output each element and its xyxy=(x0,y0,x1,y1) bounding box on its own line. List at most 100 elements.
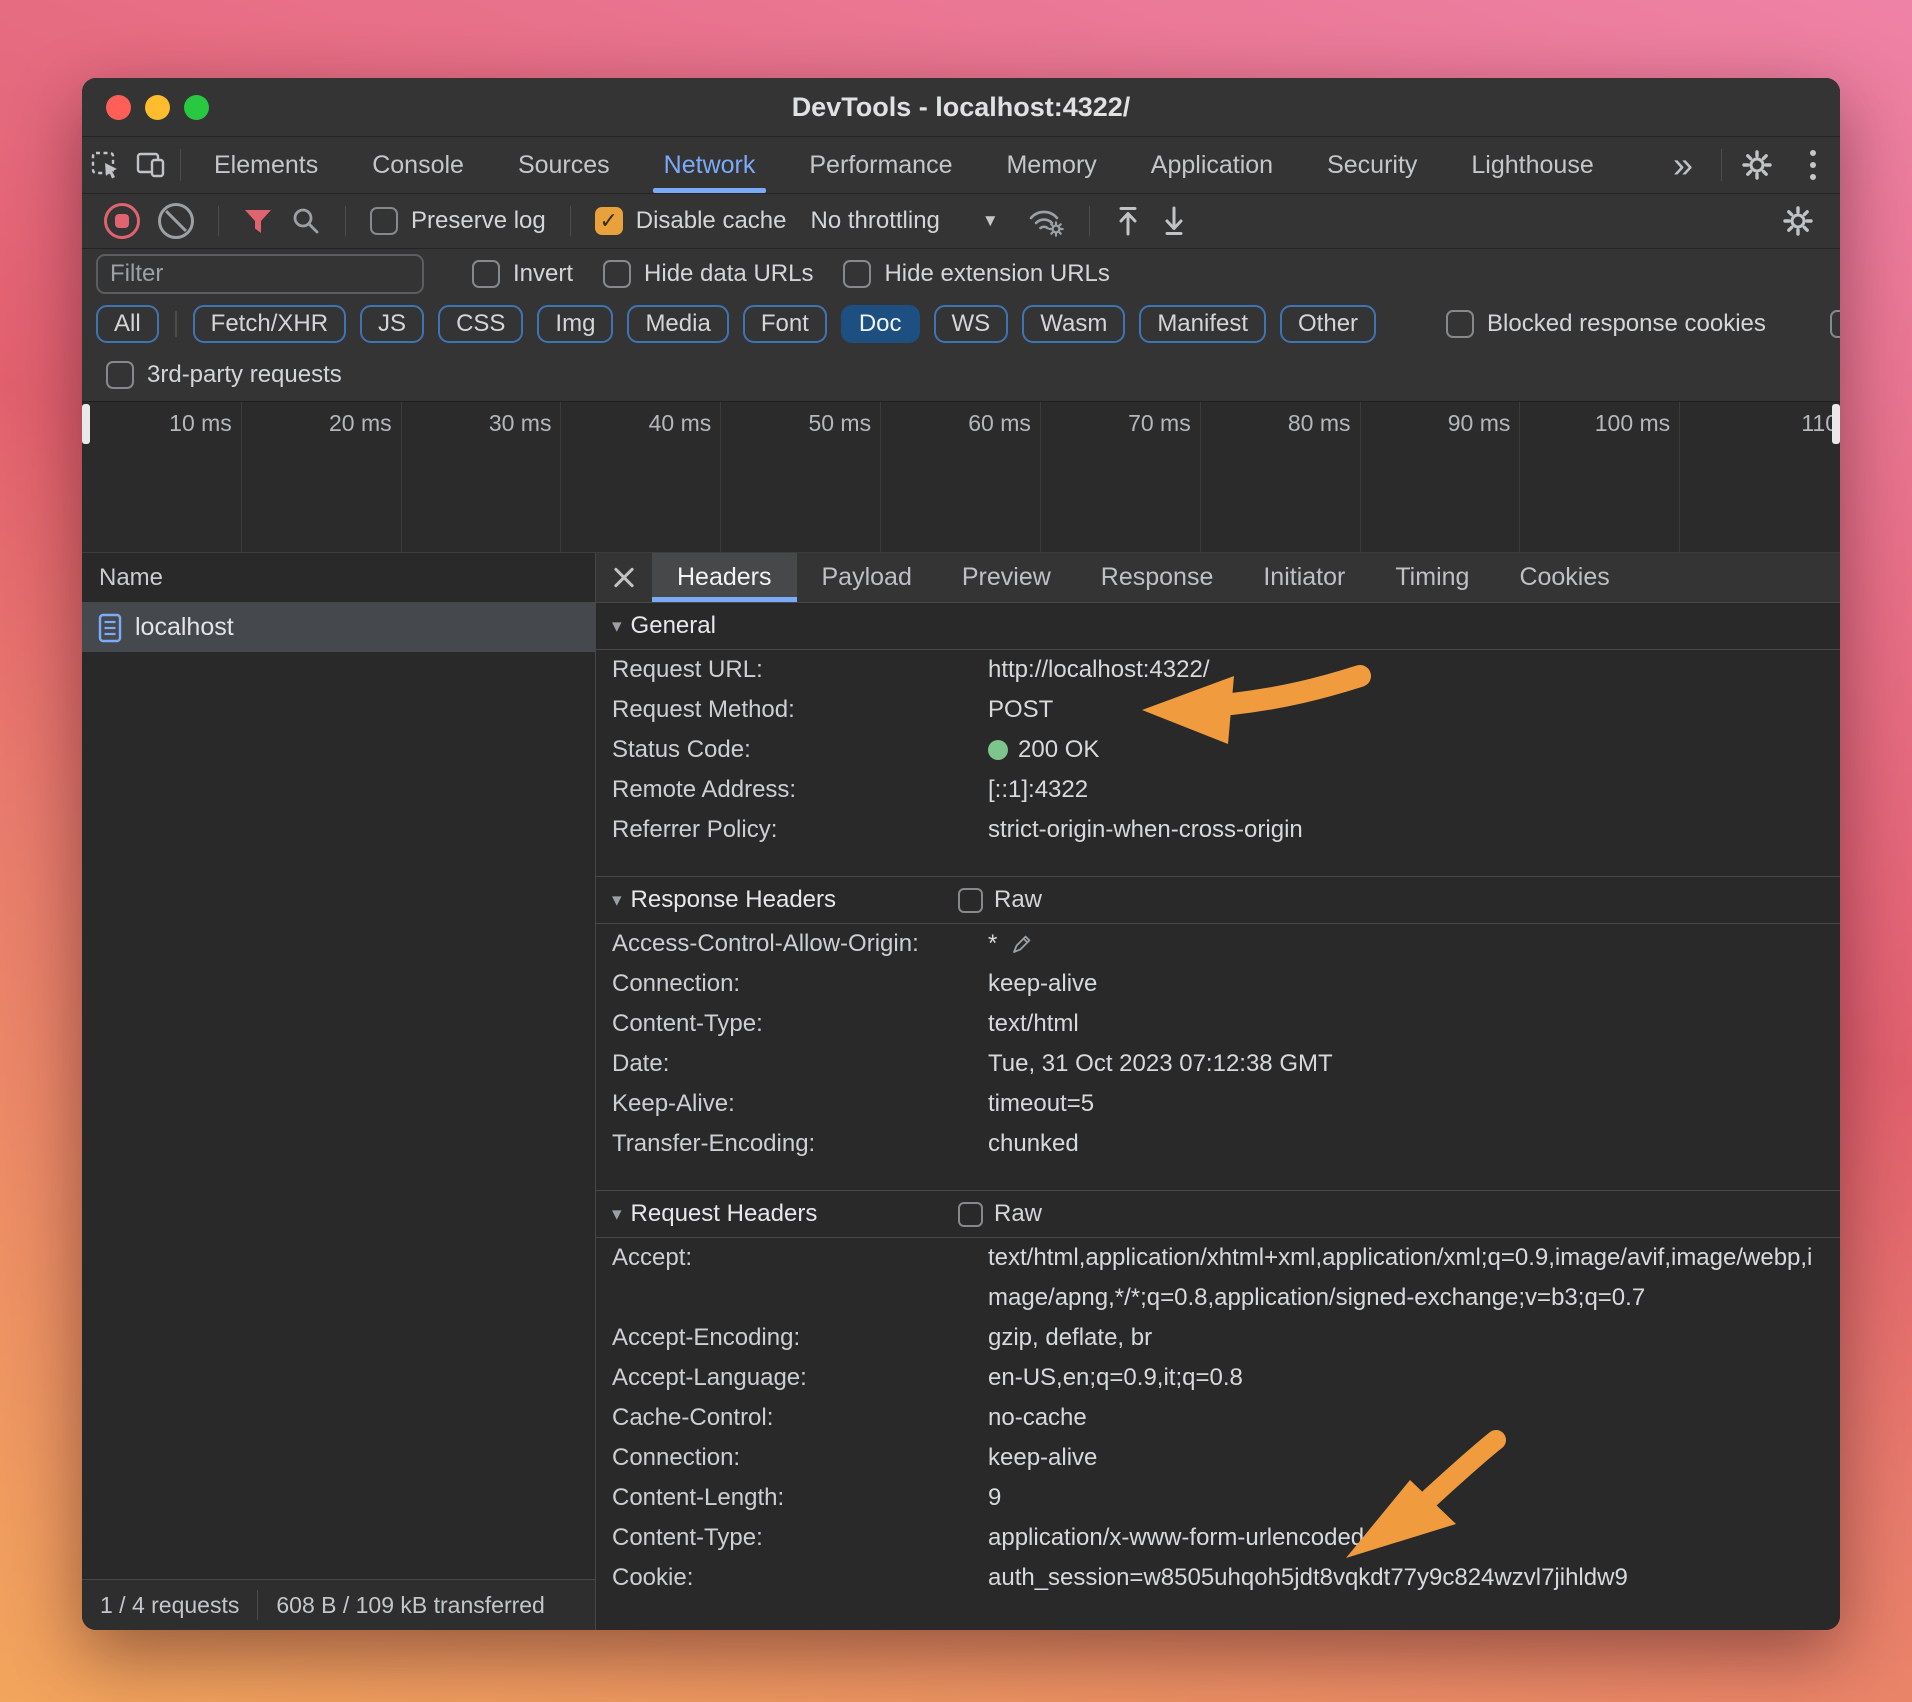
detail-tab-initiator[interactable]: Initiator xyxy=(1238,553,1370,602)
header-row: Keep-Alive:timeout=5 xyxy=(596,1084,1840,1124)
tab-security[interactable]: Security xyxy=(1300,137,1444,193)
status-ok-dot-icon xyxy=(988,740,1008,760)
header-row: Referrer Policy:strict-origin-when-cross… xyxy=(596,810,1840,850)
header-row-accept: Accept:text/html,application/xhtml+xml,a… xyxy=(596,1238,1840,1318)
header-row: Date:Tue, 31 Oct 2023 07:12:38 GMT xyxy=(596,1044,1840,1084)
disable-cache-label: Disable cache xyxy=(636,207,787,235)
name-column-header[interactable]: Name xyxy=(82,553,595,603)
tab-memory[interactable]: Memory xyxy=(979,137,1123,193)
response-raw-checkbox[interactable] xyxy=(958,888,983,913)
desktop-background: DevTools - localhost:4322/ Elements Cons… xyxy=(0,0,1912,1702)
request-row-localhost[interactable]: localhost xyxy=(82,603,595,652)
section-response-headers: ▾ Response Headers Raw Access-Control-Al… xyxy=(596,876,1840,1164)
timeline-left-drag-handle[interactable] xyxy=(82,404,90,444)
chip-media[interactable]: Media xyxy=(627,305,728,343)
chip-doc[interactable]: Doc xyxy=(841,305,920,343)
tab-performance[interactable]: Performance xyxy=(782,137,979,193)
detail-tab-payload[interactable]: Payload xyxy=(797,553,937,602)
tab-console[interactable]: Console xyxy=(345,137,491,193)
chip-fetch-xhr[interactable]: Fetch/XHR xyxy=(193,305,346,343)
search-icon[interactable] xyxy=(291,206,321,236)
settings-gear-icon[interactable] xyxy=(1728,137,1786,193)
chip-manifest[interactable]: Manifest xyxy=(1139,305,1266,343)
chip-other[interactable]: Other xyxy=(1280,305,1376,343)
import-har-icon[interactable] xyxy=(1160,205,1188,237)
detail-tab-cookies[interactable]: Cookies xyxy=(1494,553,1634,602)
chip-font[interactable]: Font xyxy=(743,305,827,343)
timeline-right-drag-handle[interactable] xyxy=(1832,404,1840,444)
preserve-log-checkbox[interactable] xyxy=(370,207,398,235)
inspect-element-icon[interactable] xyxy=(82,137,128,193)
timeline-tick: 30 ms xyxy=(489,410,552,437)
hide-extension-urls-checkbox[interactable] xyxy=(843,260,871,288)
section-general-header[interactable]: ▾ General xyxy=(596,603,1840,650)
chip-wasm[interactable]: Wasm xyxy=(1022,305,1125,343)
invert-checkbox[interactable] xyxy=(472,260,500,288)
network-toolbar: Preserve log ✓ Disable cache No throttli… xyxy=(82,194,1840,249)
header-row: Connection:keep-alive xyxy=(596,964,1840,1004)
zoom-window-button[interactable] xyxy=(184,95,209,120)
tab-elements[interactable]: Elements xyxy=(187,137,345,193)
device-toolbar-icon[interactable] xyxy=(128,137,174,193)
throttling-value: No throttling xyxy=(810,207,939,235)
tab-lighthouse[interactable]: Lighthouse xyxy=(1444,137,1620,193)
chip-all[interactable]: All xyxy=(96,305,159,343)
detail-tab-headers[interactable]: Headers xyxy=(652,553,797,602)
close-window-button[interactable] xyxy=(106,95,131,120)
transferred-size: 608 B / 109 kB transferred xyxy=(258,1592,563,1619)
network-overview-timeline[interactable]: 10 ms 20 ms 30 ms 40 ms 50 ms 60 ms 70 m… xyxy=(82,401,1840,553)
triangle-down-icon: ▾ xyxy=(612,615,622,638)
section-request-headers-header[interactable]: ▾ Request Headers Raw xyxy=(596,1191,1840,1238)
timeline-tick: 10 ms xyxy=(169,410,232,437)
headers-detail-content: ▾ General Request URL:http://localhost:4… xyxy=(596,603,1840,1630)
timeline-tick: 100 ms xyxy=(1595,410,1670,437)
network-conditions-icon[interactable] xyxy=(1027,205,1065,237)
more-tabs-icon[interactable]: » xyxy=(1651,137,1715,193)
hide-data-urls-checkbox[interactable] xyxy=(603,260,631,288)
filter-funnel-icon[interactable] xyxy=(243,208,273,235)
blocked-requests-checkbox[interactable] xyxy=(1830,310,1840,338)
more-options-icon[interactable] xyxy=(1786,137,1840,193)
devtools-tab-bar: Elements Console Sources Network Perform… xyxy=(82,137,1840,194)
request-raw-checkbox[interactable] xyxy=(958,1202,983,1227)
disable-cache-checkbox[interactable]: ✓ xyxy=(595,207,623,235)
check-icon: ✓ xyxy=(600,210,618,232)
filter-row: Invert Hide data URLs Hide extension URL… xyxy=(82,249,1840,299)
request-list-panel: Name localhost 1 / 4 requests 608 B / 10… xyxy=(82,553,596,1630)
export-har-icon[interactable] xyxy=(1114,205,1142,237)
third-party-requests-checkbox[interactable] xyxy=(106,361,134,389)
request-name: localhost xyxy=(135,613,234,642)
minimize-window-button[interactable] xyxy=(145,95,170,120)
detail-tab-response[interactable]: Response xyxy=(1076,553,1239,602)
divider xyxy=(175,311,177,337)
hide-extension-urls-label: Hide extension URLs xyxy=(884,260,1109,288)
request-raw-label: Raw xyxy=(994,1200,1042,1228)
header-row: Connection:keep-alive xyxy=(596,1438,1840,1478)
chip-js[interactable]: JS xyxy=(360,305,424,343)
header-row-status-code: Status Code:200 OK xyxy=(596,730,1840,770)
tab-network[interactable]: Network xyxy=(637,137,783,193)
edit-pencil-icon[interactable] xyxy=(1011,933,1033,955)
divider xyxy=(345,206,346,236)
network-settings-gear-icon[interactable] xyxy=(1782,205,1814,237)
detail-tab-timing[interactable]: Timing xyxy=(1370,553,1494,602)
blocked-response-cookies-checkbox[interactable] xyxy=(1446,310,1474,338)
third-party-requests-label: 3rd-party requests xyxy=(147,361,342,389)
header-row-content-type: Content-Type:application/x-www-form-urle… xyxy=(596,1518,1840,1558)
close-details-icon[interactable] xyxy=(596,553,652,602)
section-response-headers-header[interactable]: ▾ Response Headers Raw xyxy=(596,877,1840,924)
throttling-select[interactable]: No throttling ▼ xyxy=(810,207,998,235)
document-icon xyxy=(98,613,122,643)
record-network-log-button[interactable] xyxy=(104,203,140,239)
chip-ws[interactable]: WS xyxy=(934,305,1009,343)
tab-application[interactable]: Application xyxy=(1124,137,1300,193)
chip-img[interactable]: Img xyxy=(537,305,613,343)
filter-input[interactable] xyxy=(96,254,424,294)
chip-css[interactable]: CSS xyxy=(438,305,523,343)
tab-sources[interactable]: Sources xyxy=(491,137,637,193)
preserve-log-label: Preserve log xyxy=(411,207,546,235)
clear-network-log-button[interactable] xyxy=(158,203,194,239)
invert-label: Invert xyxy=(513,260,573,288)
header-row: Remote Address:[::1]:4322 xyxy=(596,770,1840,810)
detail-tab-preview[interactable]: Preview xyxy=(937,553,1076,602)
